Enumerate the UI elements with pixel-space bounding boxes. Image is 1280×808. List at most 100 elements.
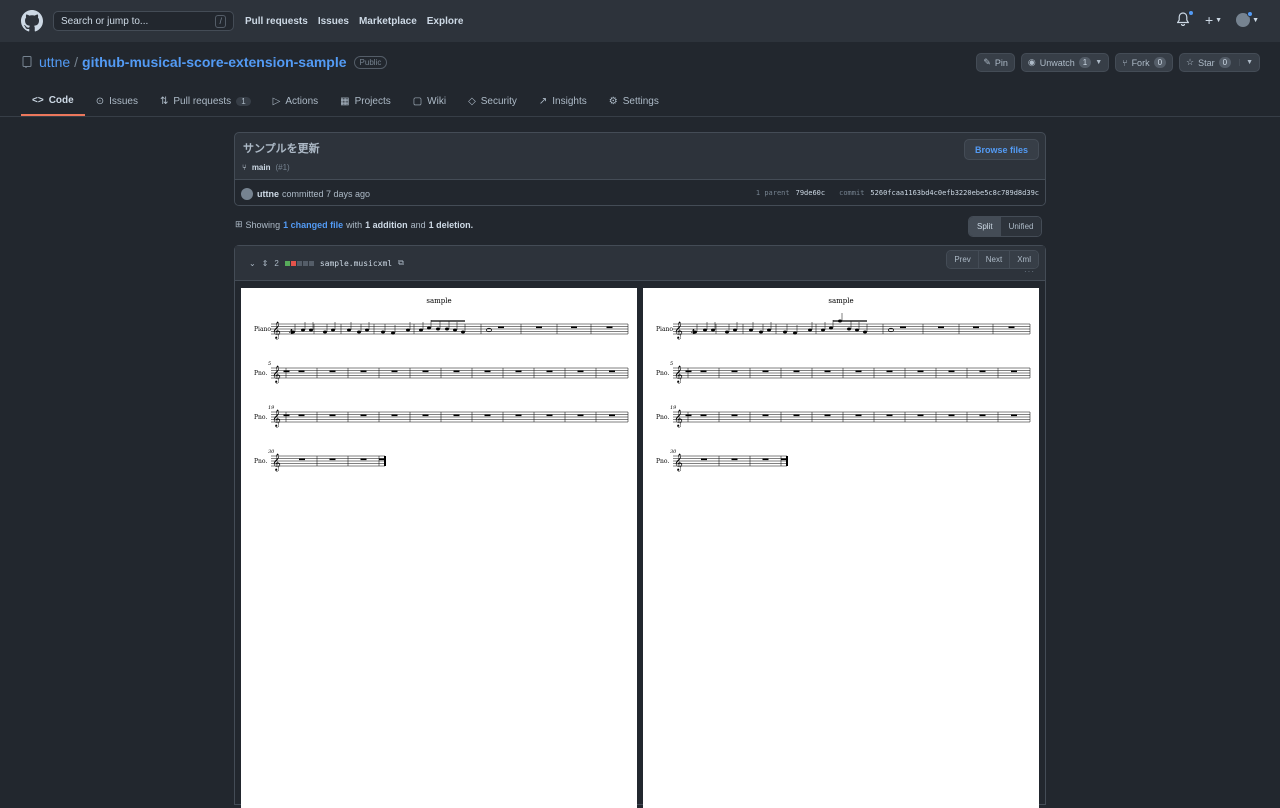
parent-hash-link[interactable]: 79de60c (796, 189, 826, 197)
note-head (829, 326, 833, 330)
avatar (1236, 11, 1254, 27)
measure-number: 5 (670, 361, 673, 367)
nav-pull-requests[interactable]: Pull requests (245, 16, 308, 27)
code-icon: <> (32, 94, 44, 106)
whole-rest (793, 414, 800, 417)
file-name-link[interactable]: sample.musicxml (320, 259, 392, 268)
next-button[interactable]: Next (978, 251, 1011, 268)
nav-issues[interactable]: Issues (318, 16, 349, 27)
expand-icon[interactable]: ⇕ (262, 259, 269, 268)
star-list-dropdown[interactable]: ▼ (1239, 59, 1253, 66)
whole-rest (731, 414, 738, 417)
score-svg: samplePiano 𝄞 4Pno. 𝄞5Pno. 𝄞19Pno. 𝄞30 (254, 297, 629, 471)
issue-icon: ⊙ (95, 95, 105, 107)
instrument-label: Piano (656, 326, 673, 333)
tab-issues[interactable]: ⊙ Issues (85, 86, 149, 116)
whole-rest (824, 414, 831, 417)
xml-button[interactable]: Xml (1010, 251, 1038, 268)
whole-rest (793, 370, 800, 373)
nav-marketplace[interactable]: Marketplace (359, 16, 417, 27)
stats-showing: Showing (245, 219, 281, 230)
create-new-button[interactable]: + ▼ (1205, 12, 1222, 28)
shield-icon: ◇ (468, 95, 476, 107)
note-head (847, 327, 851, 331)
gear-icon: ⚙ (608, 95, 618, 107)
note-head (419, 328, 423, 332)
pr-icon: ⇅ (159, 95, 169, 107)
repo-title: uttne / github-musical-score-extension-s… (22, 54, 388, 70)
split-view-button[interactable]: Split (969, 217, 1001, 236)
diff-removed-block (290, 260, 296, 266)
plus-icon: + (1204, 12, 1214, 28)
tab-projects[interactable]: ▦ Projects (329, 86, 402, 116)
branch-link[interactable]: main (252, 163, 271, 172)
prev-button[interactable]: Prev (947, 251, 979, 268)
search-input[interactable]: Search or jump to... / (53, 11, 234, 31)
tab-security[interactable]: ◇ Security (457, 86, 528, 116)
unread-dot (1187, 10, 1194, 16)
treble-clef: 𝄞 (272, 409, 281, 427)
score-title: sample (828, 297, 853, 305)
chevron-down-icon[interactable]: ⌄ (249, 259, 256, 268)
tab-pull-requests[interactable]: ⇅ Pull requests 1 (149, 86, 262, 116)
unwatch-label: Unwatch (1039, 57, 1075, 68)
author-avatar[interactable] (241, 187, 253, 200)
table-icon: ▦ (340, 95, 350, 107)
pin-button[interactable]: ✎ Pin (976, 53, 1015, 72)
treble-clef: 𝄞 (272, 453, 281, 471)
instrument-label: Pno. (656, 458, 669, 465)
star-button[interactable]: ☆ Star 0 ▼ (1179, 53, 1260, 72)
author-link[interactable]: uttne (257, 189, 279, 199)
instrument-label: Pno. (254, 370, 267, 377)
score-title: sample (426, 297, 451, 305)
whole-rest (917, 370, 924, 373)
kebab-menu-icon[interactable]: ··· (1024, 267, 1035, 276)
change-count: 2 (274, 258, 279, 268)
whole-rest (900, 326, 906, 329)
commit-title: サンプルを更新 (243, 143, 320, 155)
user-menu-button[interactable]: ▼ (1236, 11, 1259, 27)
star-label: Star (1198, 57, 1215, 68)
repo-name-link[interactable]: github-musical-score-extension-sample (82, 54, 347, 70)
whole-rest (329, 458, 336, 461)
note-head (461, 330, 465, 334)
tab-wiki[interactable]: ▢ Wiki (402, 86, 457, 116)
tab-code[interactable]: <> Code (21, 86, 85, 116)
browse-files-button[interactable]: Browse files (963, 139, 1039, 160)
whole-rest (781, 458, 787, 461)
tab-actions[interactable]: ▷ Actions (262, 86, 330, 116)
tab-settings[interactable]: ⚙ Settings (598, 86, 670, 116)
instrument-label: Piano (254, 326, 271, 333)
watch-count: 1 (1078, 57, 1092, 68)
commit-time: committed 7 days ago (282, 188, 371, 199)
whole-rest (391, 370, 398, 373)
repo-owner-link[interactable]: uttne (39, 54, 70, 70)
note-head (357, 330, 361, 334)
github-logo-icon[interactable] (21, 10, 43, 32)
tab-insights[interactable]: ↗ Insights (528, 86, 598, 116)
whole-rest (360, 414, 367, 417)
nav-explore[interactable]: Explore (427, 16, 464, 27)
copy-icon[interactable]: ⧉ (398, 258, 404, 268)
whole-rest (731, 370, 738, 373)
instrument-label: Pno. (254, 458, 267, 465)
fork-label: Fork (1131, 57, 1150, 68)
file-header-left: ⌄ ⇕ 2 sample.musicxml ⧉ (249, 258, 404, 268)
note-head (759, 330, 763, 334)
pin-icon: ✎ (983, 57, 991, 67)
notifications-button[interactable] (1176, 10, 1194, 28)
note-head (703, 328, 707, 332)
whole-rest (606, 326, 613, 329)
changed-files-link[interactable]: 1 changed file (283, 220, 343, 230)
pr-ref-link[interactable]: (#1) (275, 163, 289, 172)
fork-button[interactable]: ⑂ Fork 0 (1115, 53, 1174, 72)
whole-rest (855, 414, 862, 417)
whole-rest (700, 414, 707, 417)
treble-clef: 𝄞 (272, 365, 281, 383)
whole-rest (609, 414, 615, 417)
measure-number: 30 (670, 449, 677, 455)
repo-icon (22, 56, 32, 68)
whole-rest (824, 370, 831, 373)
unified-view-button[interactable]: Unified (1000, 217, 1042, 236)
unwatch-button[interactable]: ◉ Unwatch 1 ▼ (1020, 53, 1110, 72)
